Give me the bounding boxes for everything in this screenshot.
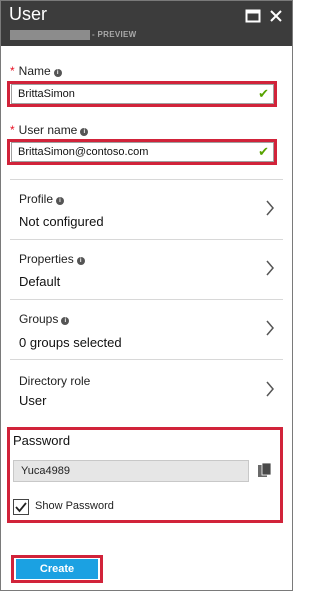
checkmark-icon: ✔	[258, 86, 269, 101]
info-icon[interactable]: i	[53, 69, 62, 77]
name-input[interactable]: BrittaSimon ✔	[11, 84, 274, 104]
info-icon[interactable]: i	[61, 317, 70, 325]
create-button[interactable]: Create	[16, 559, 98, 579]
nav-groups[interactable]: Groups i 0 groups selected	[10, 299, 283, 359]
preview-badge: - PREVIEW	[92, 30, 137, 39]
nav-profile[interactable]: Profile i Not configured	[10, 179, 283, 239]
chevron-right-icon	[266, 260, 274, 276]
copy-icon[interactable]	[255, 460, 275, 482]
username-label: * User name i	[10, 123, 89, 137]
required-asterisk: *	[10, 123, 15, 137]
user-blade: User - PREVIEW * Name i BrittaSimon ✔ * Use…	[0, 0, 293, 591]
redacted-subtitle	[10, 30, 90, 40]
blade-title: User	[9, 4, 48, 24]
maximize-icon[interactable]	[245, 9, 263, 25]
checkmark-icon: ✔	[258, 144, 269, 159]
required-asterisk: *	[10, 64, 15, 78]
info-icon[interactable]: i	[76, 257, 85, 265]
chevron-right-icon	[266, 381, 274, 397]
name-label: * Name i	[10, 64, 62, 78]
password-label: Password	[13, 433, 71, 448]
nav-directory-role[interactable]: Directory role User	[10, 359, 283, 421]
show-password-checkbox[interactable]	[13, 499, 29, 515]
show-password-label: Show Password	[35, 500, 114, 512]
chevron-right-icon	[266, 320, 274, 336]
info-icon[interactable]: i	[56, 197, 65, 205]
username-input[interactable]: BrittaSimon@contoso.com ✔	[11, 142, 274, 162]
close-icon[interactable]	[269, 9, 287, 25]
checkmark-icon	[15, 502, 27, 513]
chevron-right-icon	[266, 200, 274, 216]
nav-properties[interactable]: Properties i Default	[10, 239, 283, 299]
blade-header: User - PREVIEW	[1, 1, 292, 46]
info-icon[interactable]: i	[80, 128, 89, 136]
password-input[interactable]: Yuca4989	[13, 460, 249, 482]
